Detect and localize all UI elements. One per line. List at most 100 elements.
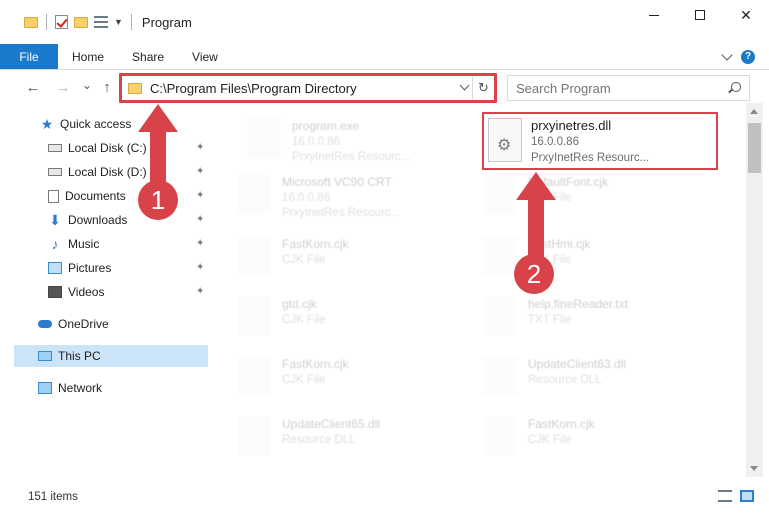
exe-file-icon [248, 119, 280, 157]
forward-button[interactable]: → [52, 76, 74, 98]
file-item[interactable]: FastKorn.cjk CJK File [210, 347, 450, 407]
tab-share[interactable]: Share [118, 44, 178, 69]
pin-icon[interactable]: ✦ [196, 143, 204, 153]
pin-icon[interactable]: ✦ [196, 191, 204, 201]
maximize-button[interactable] [677, 0, 723, 30]
expand-ribbon-chevron-icon[interactable] [721, 48, 733, 61]
file-name: FastHmi.cjk [528, 237, 591, 251]
navigation-bar: ← → ⌄ ↑ C:\Program Files\Program Directo… [0, 71, 769, 103]
large-icons-view-icon[interactable] [740, 490, 754, 502]
sidebar-item-videos[interactable]: Videos ✦ [14, 281, 208, 303]
pin-icon[interactable]: ✦ [196, 239, 204, 249]
pin-icon[interactable]: ✦ [196, 287, 204, 297]
close-button[interactable]: ✕ [723, 0, 769, 30]
address-dropdown-icon[interactable] [459, 80, 470, 91]
file-version: 16.0.0.86 [282, 192, 330, 204]
file-name: UpdateClient63.dll [528, 357, 627, 371]
file-icon [238, 237, 270, 275]
sidebar-item-quick-access[interactable]: ★ Quick access [14, 113, 208, 135]
scroll-down-icon[interactable] [750, 466, 758, 471]
refresh-button[interactable]: ↻ [472, 76, 494, 100]
details-view-icon[interactable] [718, 490, 732, 502]
file-item[interactable]: program.exe 16.0.0.86 PrxyInetRes Resour… [220, 109, 460, 169]
disk-icon [48, 144, 62, 152]
scroll-up-icon[interactable] [750, 109, 758, 114]
scroll-thumb[interactable] [748, 123, 761, 173]
file-item-prxyinetres[interactable]: ⚙ prxyinetres.dll 16.0.0.86 PrxyInetRes … [482, 112, 718, 170]
file-item[interactable]: UpdateClient63.dll Resource DLL [456, 347, 696, 407]
status-bar: 151 items [0, 486, 769, 508]
address-bar[interactable]: C:\Program Files\Program Directory ↻ [121, 75, 495, 101]
maximize-icon [695, 10, 705, 20]
file-name: DefaultFont.cjk [528, 175, 609, 189]
minimize-icon [649, 14, 659, 16]
tab-view[interactable]: View [178, 44, 232, 69]
sidebar-item-local-disk-c[interactable]: Local Disk (C:) ✦ [14, 137, 208, 159]
sidebar-item-local-disk-d[interactable]: Local Disk (D:) ✦ [14, 161, 208, 183]
file-version: 16.0.0.86 [531, 136, 579, 148]
file-item[interactable]: Microsoft VC90 CRT 16.0.0.86 PrxyInetRes… [210, 165, 450, 225]
file-item[interactable]: help.fineReader.txt TXT File [456, 287, 696, 347]
file-item[interactable]: gtd.cjk CJK File [210, 287, 450, 347]
file-type: CJK File [282, 254, 326, 266]
file-name: Microsoft VC90 CRT [282, 175, 392, 189]
pictures-icon [48, 262, 62, 274]
file-name: gtd.cjk [282, 297, 317, 311]
file-name: FastKorn.cjk [282, 357, 349, 371]
item-count: 151 items [28, 491, 78, 503]
file-type: CJK File [528, 434, 572, 446]
sidebar-item-documents[interactable]: Documents ✦ [14, 185, 208, 207]
file-icon [238, 357, 270, 395]
download-icon: ⬇ [49, 212, 61, 228]
file-description: PrxyInetRes Resourc... [531, 152, 650, 164]
sidebar-item-pictures[interactable]: Pictures ✦ [14, 257, 208, 279]
search-icon[interactable] [731, 82, 741, 92]
file-item[interactable]: DefaultFont.cjk CJK File [456, 165, 696, 225]
quick-access-toolbar: ▼ [0, 14, 134, 30]
search-box[interactable] [507, 75, 750, 101]
disk-icon [48, 168, 62, 176]
sidebar-item-downloads[interactable]: ⬇ Downloads ✦ [14, 209, 208, 231]
pin-icon[interactable]: ✦ [196, 215, 204, 225]
dll-file-icon [484, 357, 516, 395]
address-path[interactable]: C:\Program Files\Program Directory [150, 81, 357, 96]
file-item[interactable]: UpdateClient65.dll Resource DLL [210, 407, 450, 467]
sidebar-item-this-pc[interactable]: This PC [14, 345, 208, 367]
sidebar-item-network[interactable]: Network [14, 377, 208, 399]
file-name: program.exe [292, 119, 360, 133]
customize-toolbar-chevron-icon[interactable]: ▼ [114, 17, 123, 27]
sidebar-item-music[interactable]: ♪ Music ✦ [14, 233, 208, 255]
up-button[interactable]: ↑ [96, 76, 118, 98]
properties-icon[interactable] [94, 16, 108, 28]
minimize-button[interactable] [631, 0, 677, 30]
pin-icon[interactable]: ✦ [196, 263, 204, 273]
file-icon [484, 417, 516, 455]
network-icon [38, 382, 52, 394]
file-item[interactable]: FastKorn.cjk CJK File [456, 407, 696, 467]
file-item[interactable]: FastKorn.cjk CJK File [210, 227, 450, 287]
file-description: PrxyInetRes Resourc... [282, 207, 401, 219]
folder-icon[interactable] [24, 16, 38, 28]
new-folder-icon[interactable] [74, 16, 88, 28]
file-name: FastKorn.cjk [528, 417, 595, 431]
dll-file-icon [238, 417, 270, 455]
file-type: Resource DLL [282, 434, 356, 446]
back-button[interactable]: ← [22, 76, 44, 98]
search-input[interactable] [508, 80, 718, 96]
tab-home[interactable]: Home [58, 44, 118, 69]
properties-check-icon[interactable] [55, 15, 68, 29]
ribbon-right-controls: ? [721, 44, 769, 69]
tab-file[interactable]: File [0, 44, 58, 69]
pin-icon[interactable]: ✦ [196, 167, 204, 177]
sidebar-item-onedrive[interactable]: OneDrive [14, 313, 208, 335]
file-icon [484, 297, 516, 335]
file-list: program.exe 16.0.0.86 PrxyInetRes Resour… [210, 103, 746, 477]
sidebar-item-label: OneDrive [58, 317, 109, 331]
folder-icon [238, 175, 270, 213]
file-item[interactable]: FastHmi.cjk CJK File [456, 227, 696, 287]
navigation-pane: ★ Quick access Local Disk (C:) ✦ Local D… [14, 110, 208, 476]
recent-locations-button[interactable]: ⌄ [76, 74, 98, 96]
file-name: FastKorn.cjk [282, 237, 349, 251]
help-icon[interactable]: ? [741, 49, 755, 64]
vertical-scrollbar[interactable] [746, 103, 763, 477]
